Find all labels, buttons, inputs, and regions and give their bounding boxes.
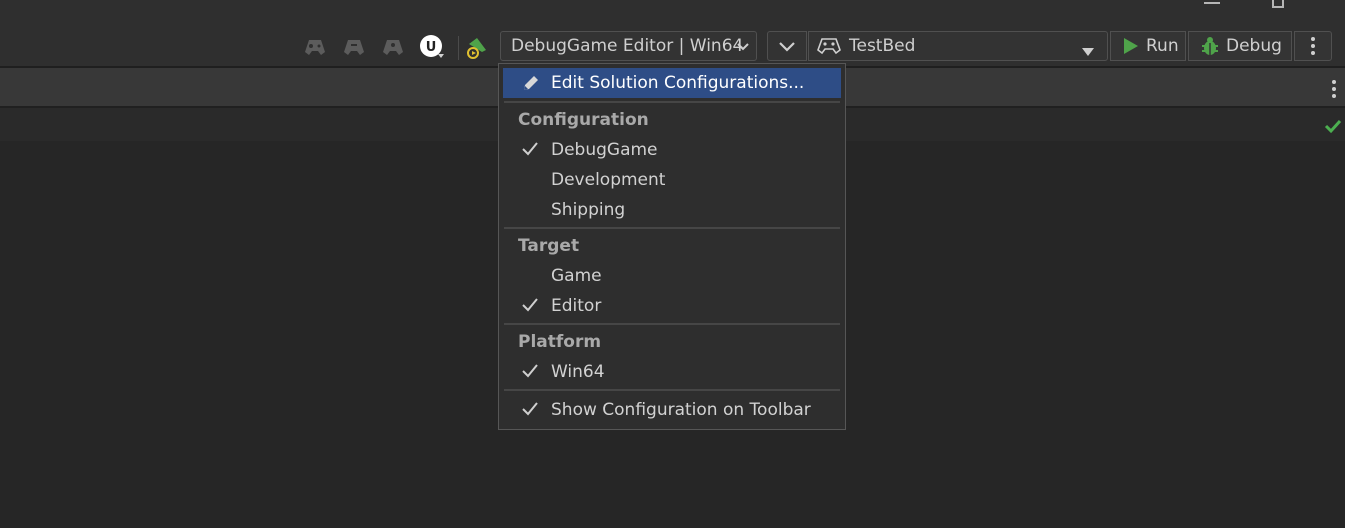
minimize-icon[interactable]	[1204, 2, 1220, 4]
run-config-dropdown-button[interactable]	[767, 31, 807, 61]
run-label: Run	[1146, 36, 1179, 56]
more-vertical-icon[interactable]	[1294, 31, 1332, 61]
check-icon	[521, 401, 539, 422]
run-button[interactable]: Run	[1110, 31, 1186, 61]
menu-item-label: Show Configuration on Toolbar	[551, 400, 811, 420]
pencil-icon	[521, 73, 541, 98]
run-config-value: TestBed	[849, 36, 916, 56]
gamepad-icon	[817, 36, 841, 56]
menu-item-label: Game	[551, 266, 602, 286]
restore-icon[interactable]	[1272, 0, 1284, 8]
toolbar-separator	[458, 36, 459, 60]
chevron-down-icon	[736, 38, 750, 58]
menu-separator	[504, 389, 840, 391]
debug-button[interactable]: Debug	[1188, 31, 1292, 61]
bug-icon	[1200, 36, 1220, 56]
menu-separator	[504, 227, 840, 229]
edit-solution-configurations-item[interactable]: Edit Solution Configurations...	[503, 68, 841, 98]
debug-label: Debug	[1226, 36, 1282, 56]
gamepad-server-icon[interactable]	[379, 33, 407, 61]
menu-separator	[504, 323, 840, 325]
menu-separator	[504, 101, 840, 103]
configuration-header: Configuration	[518, 110, 649, 130]
run-configuration-combo[interactable]: TestBed	[808, 31, 1108, 61]
target-header: Target	[518, 236, 580, 256]
menu-item-label: Win64	[551, 362, 605, 382]
menu-item-game[interactable]: Game	[503, 261, 841, 291]
check-icon	[521, 363, 539, 384]
caret-down-icon	[1081, 42, 1095, 62]
menu-item-label: DebugGame	[551, 140, 658, 160]
platform-header: Platform	[518, 332, 602, 352]
inspection-ok-check-icon[interactable]	[1324, 118, 1342, 134]
menu-item-win64[interactable]: Win64	[503, 357, 841, 387]
menu-item-label: Shipping	[551, 200, 626, 220]
menu-item-editor[interactable]: Editor	[503, 291, 841, 321]
chevron-down-icon	[779, 42, 795, 52]
build-icon[interactable]	[463, 33, 491, 61]
menu-item-shipping[interactable]: Shipping	[503, 195, 841, 225]
menu-item-development[interactable]: Development	[503, 165, 841, 195]
svg-text:U: U	[426, 40, 437, 55]
tab-more-vertical-icon[interactable]	[1328, 79, 1340, 99]
ue-logo-icon[interactable]: U	[418, 33, 446, 61]
run-icon	[1123, 37, 1139, 55]
menu-item-debuggame[interactable]: DebugGame	[503, 135, 841, 165]
edit-solution-configurations-label: Edit Solution Configurations...	[551, 73, 805, 93]
solution-configuration-menu: Edit Solution Configurations... Configur…	[498, 63, 846, 430]
solution-configuration-combo[interactable]: DebugGame Editor | Win64	[500, 31, 757, 61]
menu-item-label: Development	[551, 170, 666, 190]
menu-item-label: Editor	[551, 296, 602, 316]
gamepad-icon[interactable]	[301, 33, 329, 61]
check-icon	[521, 141, 539, 162]
gamepad-multi-icon[interactable]	[340, 33, 368, 61]
check-icon	[521, 297, 539, 318]
config-combo-value: DebugGame Editor | Win64	[511, 36, 744, 56]
menu-item-show-configuration-on-toolbar[interactable]: Show Configuration on Toolbar	[503, 395, 841, 425]
